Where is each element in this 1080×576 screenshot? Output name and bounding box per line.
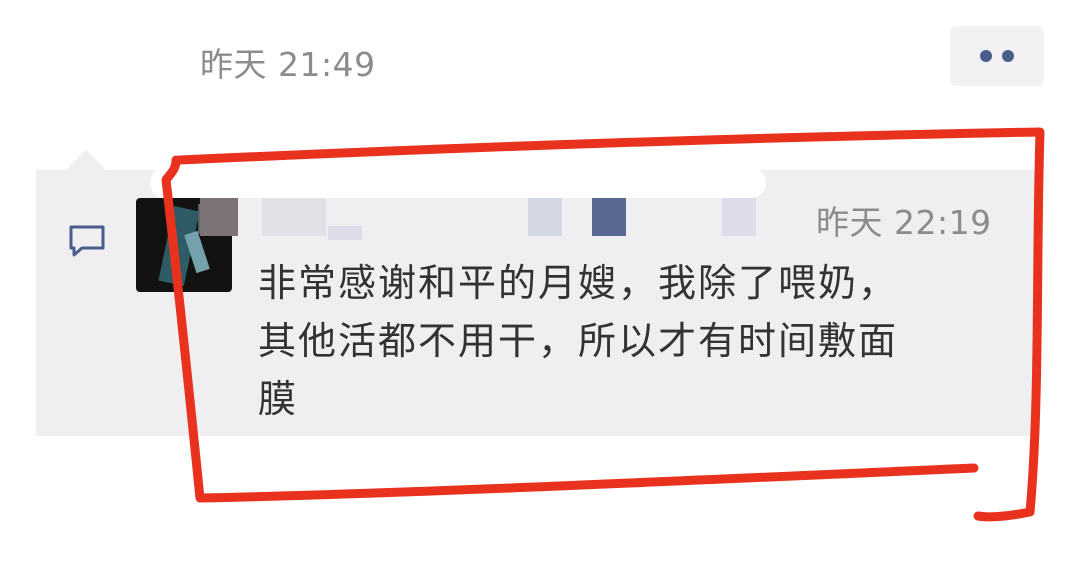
- post-timestamp: 昨天 21:49: [200, 45, 376, 84]
- commenter-name-redacted: [262, 196, 326, 236]
- comment-text: 非常感谢和平的月嫂，我除了喂奶， 其他活都不用干，所以才有时间敷面 膜: [258, 261, 899, 421]
- redaction-overlay: [150, 168, 766, 198]
- more-dot-icon: [1002, 50, 1014, 62]
- more-dot-icon: [980, 50, 992, 62]
- commenter-name-redacted: [200, 196, 238, 236]
- more-options-button[interactable]: [950, 26, 1044, 86]
- comment-timestamp: 昨天 22:19: [816, 203, 992, 242]
- comment-icon[interactable]: [68, 224, 106, 258]
- comment-panel-pointer: [66, 150, 106, 170]
- commenter-name-redacted: [528, 196, 562, 236]
- commenter-name-redacted: [722, 196, 756, 236]
- commenter-name-redacted: [592, 196, 626, 236]
- commenter-name-redacted: [328, 226, 362, 240]
